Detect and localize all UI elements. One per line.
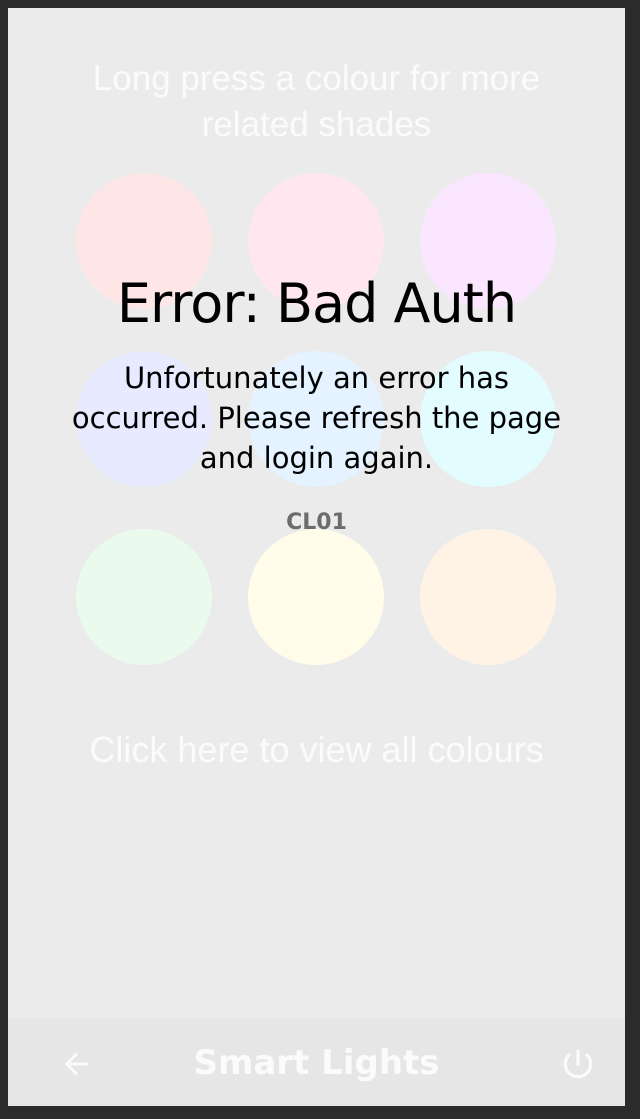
error-code: CL01 — [286, 510, 347, 535]
error-title: Error: Bad Auth — [116, 272, 517, 335]
bottom-app-bar: Smart Lights — [8, 1018, 625, 1106]
app-title: Smart Lights — [193, 1043, 440, 1083]
app-screen: Long press a colour for more related sha… — [8, 8, 625, 1106]
power-icon — [563, 1049, 593, 1079]
power-button[interactable] — [556, 1042, 600, 1086]
error-message: Unfortunately an error has occurred. Ple… — [71, 361, 562, 475]
back-button[interactable] — [54, 1042, 98, 1086]
arrow-left-icon — [64, 1052, 88, 1076]
error-overlay: Error: Bad Auth Unfortunately an error h… — [8, 8, 625, 1018]
